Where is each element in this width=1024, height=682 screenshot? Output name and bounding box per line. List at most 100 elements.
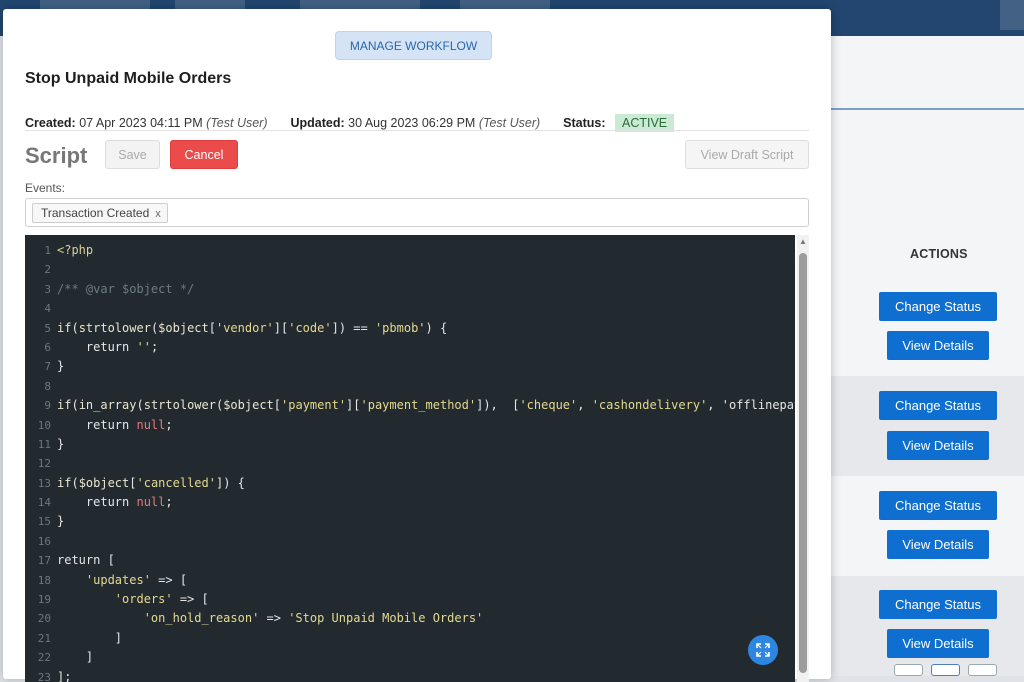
line-number: 14	[37, 496, 51, 510]
code-line[interactable]: 19 'orders' => [	[25, 590, 795, 609]
code-line[interactable]: 11}	[25, 435, 795, 454]
code-text: 'orders' => [	[114, 592, 209, 607]
line-number: 16	[37, 534, 51, 548]
code-text: return null;	[57, 417, 173, 432]
code-line[interactable]: 1 <?php	[25, 241, 795, 260]
created-value: 07 Apr 2023 04:11 PM	[79, 116, 203, 130]
header-divider	[831, 108, 1024, 110]
line-number: 10	[37, 418, 51, 432]
line-number: 13	[37, 476, 51, 490]
code-line[interactable]: 22 ]	[25, 648, 795, 667]
actions-column-header: ACTIONS	[910, 247, 968, 261]
code-line[interactable]: 2	[25, 260, 795, 279]
line-number: 4	[44, 302, 51, 316]
pagination-button[interactable]	[968, 664, 997, 676]
line-number: 3	[44, 282, 51, 296]
line-number: 8	[44, 379, 51, 393]
line-number: 17	[37, 554, 51, 568]
line-number: 1	[44, 244, 51, 257]
code-text: return [	[57, 553, 115, 568]
change-status-button[interactable]: Change Status	[879, 491, 997, 520]
expand-icon	[756, 643, 770, 657]
code-text: }	[57, 436, 65, 451]
line-number: 19	[37, 593, 51, 607]
user-menu[interactable]	[1000, 0, 1024, 30]
line-number: 6	[44, 340, 51, 354]
events-label: Events:	[25, 181, 66, 195]
editor-scrollbar-thumb[interactable]	[799, 253, 807, 673]
code-text: 'updates' => [	[85, 572, 188, 587]
pagination-button[interactable]	[931, 664, 960, 676]
updated-by: (Test User)	[478, 116, 541, 130]
code-text: /** @var $object */	[57, 281, 195, 296]
cancel-button[interactable]: Cancel	[170, 140, 238, 169]
manage-workflow-button[interactable]: MANAGE WORKFLOW	[335, 31, 492, 60]
code-line[interactable]: 20 'on_hold_reason' => 'Stop Unpaid Mobi…	[25, 609, 795, 628]
code-line[interactable]: 10 return null;	[25, 416, 795, 435]
code-text: return null;	[57, 495, 173, 510]
code-line[interactable]: 5 if(strtolower($object['vendor']['code']…	[25, 319, 795, 338]
code-line[interactable]: 17 return [	[25, 551, 795, 570]
script-heading: Script	[25, 143, 88, 168]
change-status-button[interactable]: Change Status	[879, 292, 997, 321]
line-number: 23	[37, 670, 51, 682]
code-line[interactable]: 15}	[25, 512, 795, 531]
line-number: 18	[37, 573, 51, 587]
code-text: }	[57, 359, 65, 374]
modal-title: Stop Unpaid Mobile Orders	[25, 70, 232, 87]
code-line[interactable]: 14 return null;	[25, 493, 795, 512]
change-status-button[interactable]: Change Status	[879, 590, 997, 619]
code-text: ]	[57, 650, 94, 665]
events-input[interactable]: Transaction Created x	[25, 198, 809, 227]
event-tag-transaction-created: Transaction Created x	[32, 203, 168, 223]
expand-editor-button[interactable]	[748, 635, 778, 665]
meta-divider	[25, 130, 809, 131]
code-line[interactable]: 3 /** @var $object */	[25, 280, 795, 299]
view-draft-script-button[interactable]: View Draft Script	[685, 140, 809, 169]
code-line[interactable]: 13 if($object['cancelled']) {	[25, 474, 795, 493]
code-line[interactable]: 23];	[25, 668, 795, 682]
created-by: (Test User)	[206, 116, 268, 130]
remove-tag-icon[interactable]: x	[155, 208, 161, 220]
code-text: }	[57, 514, 65, 529]
code-line[interactable]: 21 ]	[25, 629, 795, 648]
line-number: 2	[44, 263, 51, 277]
line-number: 21	[37, 631, 51, 645]
change-status-button[interactable]: Change Status	[879, 391, 997, 420]
code-text: <?php	[57, 243, 94, 257]
view-details-button[interactable]: View Details	[887, 629, 989, 658]
view-details-button[interactable]: View Details	[887, 431, 989, 460]
line-number: 7	[44, 360, 51, 374]
code-text: ];	[57, 669, 72, 682]
line-number: 15	[37, 515, 51, 529]
line-number: 5	[44, 321, 51, 335]
code-line[interactable]: 8	[25, 377, 795, 396]
updated-label: Updated:	[290, 116, 345, 130]
code-text: return '';	[57, 339, 159, 354]
updated-value: 30 Aug 2023 06:29 PM	[348, 116, 476, 130]
save-button[interactable]: Save	[105, 140, 160, 169]
code-editor[interactable]: 1 <?php 2 3/** @var $object */4 5 if(strtolow…	[25, 235, 795, 682]
code-text: ]	[57, 630, 123, 645]
code-line[interactable]: 7}	[25, 357, 795, 376]
scroll-up-arrow-icon[interactable]: ▲	[798, 237, 808, 247]
code-text: if(strtolower($object['vendor']['code'])…	[57, 320, 448, 335]
code-line[interactable]: 9 if(in_array(strtolower($object['payment…	[25, 396, 795, 415]
status-label: Status:	[563, 116, 606, 130]
code-lines: 1 <?php 2 3/** @var $object */4 5 if(strtolow…	[25, 241, 795, 682]
code-text: if(in_array(strtolower($object['payment'…	[57, 398, 795, 413]
pagination-button[interactable]	[894, 664, 923, 676]
view-details-button[interactable]: View Details	[887, 530, 989, 559]
code-line[interactable]: 12	[25, 454, 795, 473]
code-text: 'on_hold_reason' => 'Stop Unpaid Mobile …	[143, 611, 484, 626]
code-text: if($object['cancelled']) {	[57, 475, 245, 490]
code-line[interactable]: 6 return '';	[25, 338, 795, 357]
line-number: 12	[37, 457, 51, 471]
code-line[interactable]: 16	[25, 532, 795, 551]
line-number: 9	[44, 399, 51, 413]
event-tag-label: Transaction Created	[41, 206, 150, 220]
created-label: Created:	[25, 116, 76, 130]
code-line[interactable]: 18 'updates' => [	[25, 571, 795, 590]
view-details-button[interactable]: View Details	[887, 331, 989, 360]
code-line[interactable]: 4	[25, 299, 795, 318]
